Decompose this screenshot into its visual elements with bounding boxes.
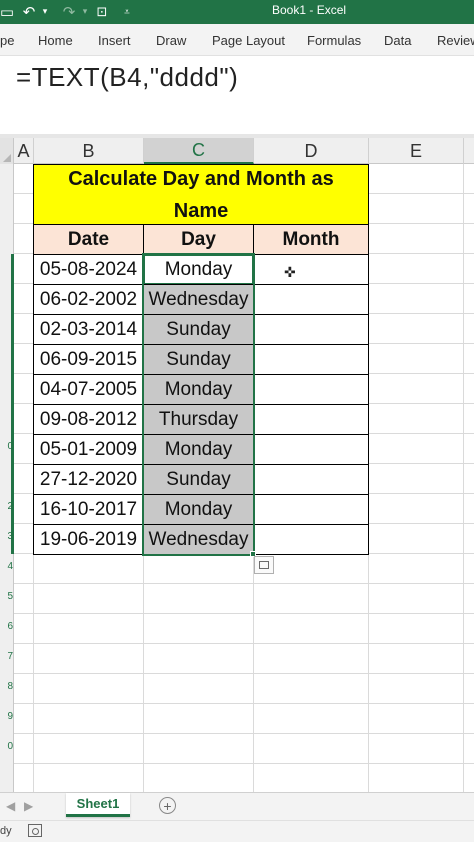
- month-cell[interactable]: [253, 344, 369, 375]
- table-title-line-2: Name: [173, 199, 229, 222]
- window-title: Book1 - Excel: [272, 3, 347, 17]
- column-header-f[interactable]: [464, 138, 474, 164]
- row-header[interactable]: 6: [0, 621, 14, 632]
- customize-qat-icon[interactable]: ⩡: [120, 2, 134, 22]
- quick-analysis-button[interactable]: [254, 556, 274, 574]
- formula-bar[interactable]: =TEXT(B4,"dddd"): [0, 56, 474, 138]
- row-header[interactable]: 5: [0, 591, 14, 602]
- month-cell[interactable]: [253, 254, 369, 285]
- day-cell[interactable]: Monday: [143, 494, 254, 525]
- month-cell[interactable]: [253, 284, 369, 315]
- column-header-a[interactable]: A: [14, 138, 34, 164]
- touch-mode-icon[interactable]: ⊡: [92, 2, 112, 22]
- prev-sheet-icon[interactable]: ◀: [6, 799, 15, 813]
- redo-icon[interactable]: ↷: [58, 2, 80, 22]
- title-bar: ▭ ↶ ▾ ↷ ▾ ⊡ ⩡ Book1 - Excel: [0, 0, 474, 24]
- date-cell[interactable]: 09-08-2012: [33, 404, 144, 435]
- day-cell[interactable]: Monday: [143, 374, 254, 405]
- date-cell[interactable]: 06-09-2015: [33, 344, 144, 375]
- date-cell[interactable]: 27-12-2020: [33, 464, 144, 495]
- row-header[interactable]: 3: [0, 531, 14, 542]
- tab-file[interactable]: pe: [0, 33, 14, 48]
- row-header[interactable]: 2: [0, 501, 14, 512]
- row-header[interactable]: 4: [0, 561, 14, 572]
- ribbon-tabs: pe Home Insert Draw Page Layout Formulas…: [0, 24, 474, 56]
- row-header[interactable]: 9: [0, 711, 14, 722]
- tab-review[interactable]: Review: [437, 33, 474, 48]
- column-header-bar: A B C D E: [0, 138, 474, 164]
- month-cell[interactable]: [253, 464, 369, 495]
- undo-dropdown-icon[interactable]: ▾: [40, 2, 50, 22]
- column-header-d[interactable]: D: [254, 138, 369, 164]
- month-cell[interactable]: [253, 494, 369, 525]
- accessibility-icon[interactable]: [28, 824, 42, 837]
- row-header[interactable]: 0: [0, 741, 14, 752]
- status-ready-text: dy: [0, 825, 12, 837]
- day-cell[interactable]: Monday: [143, 434, 254, 465]
- redo-dropdown-icon[interactable]: ▾: [80, 2, 90, 22]
- month-cell[interactable]: [253, 434, 369, 465]
- day-cell[interactable]: Sunday: [143, 464, 254, 495]
- table-title[interactable]: Calculate Day and Month as Name: [33, 164, 369, 225]
- tab-page-layout[interactable]: Page Layout: [212, 33, 285, 48]
- date-cell[interactable]: 05-08-2024: [33, 254, 144, 285]
- worksheet-grid[interactable]: 0 2 3 4 5 6 7 8 9 0 Calculate Day and Mo…: [0, 164, 474, 792]
- gridline: [14, 673, 474, 674]
- month-cell[interactable]: [253, 524, 369, 555]
- select-all-corner[interactable]: [0, 138, 14, 164]
- save-icon[interactable]: ▭: [0, 2, 14, 22]
- tab-formulas[interactable]: Formulas: [307, 33, 361, 48]
- date-cell[interactable]: 05-01-2009: [33, 434, 144, 465]
- day-cell[interactable]: Monday: [143, 254, 254, 285]
- header-day[interactable]: Day: [143, 224, 254, 255]
- formula-input[interactable]: =TEXT(B4,"dddd"): [16, 62, 238, 93]
- row-header[interactable]: 8: [0, 681, 14, 692]
- select-all-triangle-icon: [3, 154, 11, 162]
- date-cell[interactable]: 06-02-2002: [33, 284, 144, 315]
- gridline: [14, 763, 474, 764]
- tab-data[interactable]: Data: [384, 33, 411, 48]
- gridline: [14, 703, 474, 704]
- table-title-line-1: Calculate Day and Month as: [68, 167, 334, 190]
- day-cell[interactable]: Wednesday: [143, 284, 254, 315]
- date-cell[interactable]: 19-06-2019: [33, 524, 144, 555]
- day-cell[interactable]: Sunday: [143, 314, 254, 345]
- month-cell[interactable]: [253, 374, 369, 405]
- column-header-b[interactable]: B: [34, 138, 144, 164]
- gridline: [14, 613, 474, 614]
- status-bar: dy: [0, 820, 474, 842]
- sheet-tab-sheet1[interactable]: Sheet1: [66, 793, 130, 817]
- day-cell[interactable]: Wednesday: [143, 524, 254, 555]
- tab-home[interactable]: Home: [38, 33, 73, 48]
- header-date[interactable]: Date: [33, 224, 144, 255]
- column-header-c[interactable]: C: [144, 138, 254, 164]
- month-cell[interactable]: [253, 314, 369, 345]
- date-cell[interactable]: 04-07-2005: [33, 374, 144, 405]
- row-header[interactable]: 7: [0, 651, 14, 662]
- cell-cursor-icon: ✜: [284, 265, 296, 281]
- sheet-tab-bar: ◀ ▶ Sheet1 +: [0, 792, 474, 820]
- day-cell[interactable]: Thursday: [143, 404, 254, 435]
- quick-analysis-icon: [259, 561, 269, 569]
- add-sheet-icon[interactable]: +: [159, 797, 176, 814]
- date-cell[interactable]: 16-10-2017: [33, 494, 144, 525]
- gridline: [14, 583, 474, 584]
- month-cell[interactable]: [253, 404, 369, 435]
- undo-icon[interactable]: ↶: [18, 2, 40, 22]
- header-month[interactable]: Month: [253, 224, 369, 255]
- row-header[interactable]: 0: [0, 441, 14, 452]
- day-cell[interactable]: Sunday: [143, 344, 254, 375]
- gridline: [463, 164, 464, 792]
- column-header-e[interactable]: E: [369, 138, 464, 164]
- tab-draw[interactable]: Draw: [156, 33, 186, 48]
- date-cell[interactable]: 02-03-2014: [33, 314, 144, 345]
- gridline: [14, 643, 474, 644]
- next-sheet-icon[interactable]: ▶: [24, 799, 33, 813]
- gridline: [14, 733, 474, 734]
- tab-insert[interactable]: Insert: [98, 33, 131, 48]
